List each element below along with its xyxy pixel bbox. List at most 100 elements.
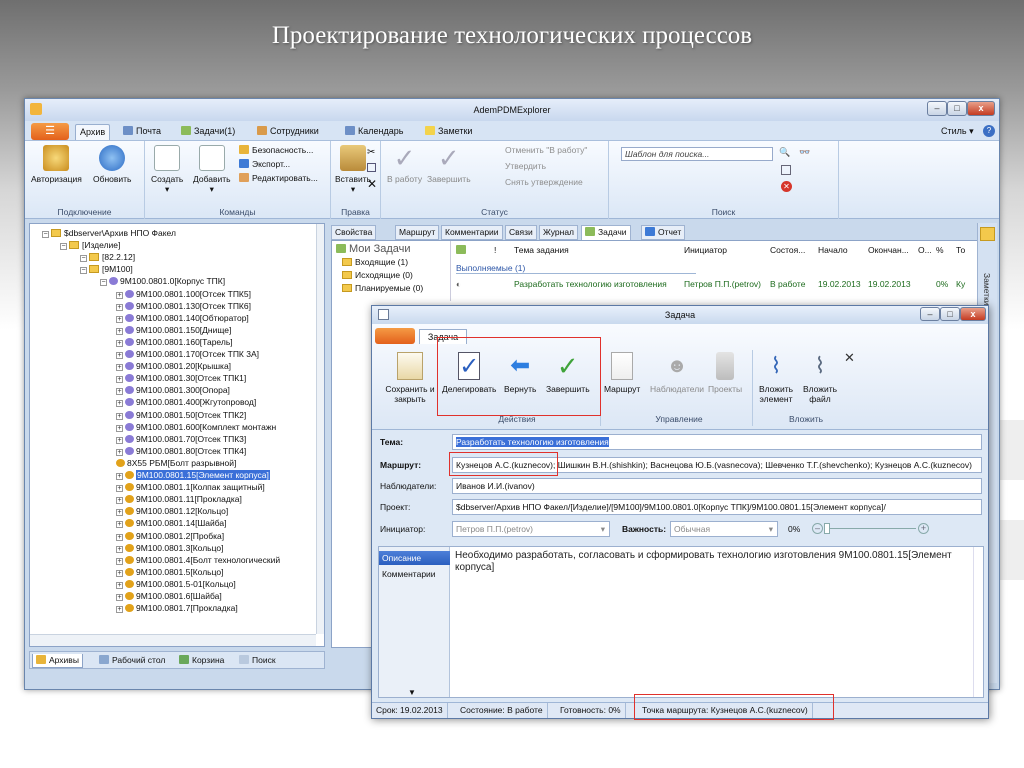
expand-toggle-icon[interactable]: + — [116, 412, 123, 420]
tab-search[interactable]: Поиск — [236, 654, 279, 667]
expand-toggle-icon[interactable]: + — [116, 364, 123, 372]
tree-item[interactable]: − [9М100] — [80, 264, 133, 275]
initiator-select[interactable]: Петров П.П.(petrov) ▾ — [452, 521, 610, 537]
expand-toggle-icon[interactable]: + — [116, 521, 123, 529]
column-header[interactable]: Тема задания — [514, 245, 569, 255]
expand-toggle-icon[interactable]: − — [80, 267, 87, 275]
task-initiator[interactable]: Петров П.П.(petrov) — [684, 279, 761, 289]
tree-item[interactable]: +9М100.0801.150[Днище] — [116, 325, 231, 336]
help-icon[interactable]: ? — [983, 125, 995, 137]
expand-toggle-icon[interactable]: + — [116, 315, 123, 323]
tree-item[interactable]: +9М100.0801.50[Отсек ТПК2] — [116, 410, 246, 421]
expand-toggle-icon[interactable]: + — [116, 485, 123, 493]
expand-toggle-icon[interactable]: + — [116, 388, 123, 396]
expand-toggle-icon[interactable]: + — [116, 303, 123, 311]
progress-slider[interactable] — [826, 528, 916, 529]
tree-item[interactable]: +9М100.0801.5[Кольцо] — [116, 567, 223, 578]
to-work-button[interactable]: ✓ В работу — [387, 145, 422, 184]
expand-toggle-icon[interactable]: − — [42, 231, 49, 238]
description-text[interactable]: Необходимо разработать, согласовать и сф… — [455, 550, 970, 574]
expand-toggle-icon[interactable]: − — [80, 255, 87, 263]
task-to[interactable]: Ку — [956, 279, 965, 289]
add-button[interactable]: Добавить ▾ — [193, 145, 231, 194]
tree-horizontal-scrollbar[interactable] — [30, 634, 316, 646]
description-scrollbar[interactable] — [973, 547, 983, 697]
tab-tasks[interactable]: Задачи(1) — [177, 124, 239, 140]
tree-item[interactable]: − $dbserver\Архив НПО Факел — [42, 228, 176, 239]
zoom-out-icon[interactable]: – — [812, 523, 823, 534]
importance-select[interactable]: Обычная ▾ — [670, 521, 778, 537]
expand-toggle-icon[interactable]: − — [60, 243, 67, 251]
tree-item[interactable]: +9М100.0801.1[Колпак защитный] — [116, 482, 265, 493]
tab-desktop[interactable]: Рабочий стол — [96, 654, 168, 667]
chevron-down-icon[interactable]: ▼ — [408, 688, 416, 697]
close-button[interactable]: x — [967, 101, 995, 116]
expand-toggle-icon[interactable]: + — [116, 327, 123, 335]
task-start[interactable]: 19.02.2013 — [818, 279, 861, 289]
export-button[interactable]: Экспорт... — [239, 159, 290, 169]
search-icon[interactable]: 🔍 — [779, 147, 790, 158]
tab-recycle[interactable]: Корзина — [176, 654, 227, 667]
authorize-button[interactable]: Авторизация — [31, 145, 82, 184]
panel-splitter[interactable] — [450, 241, 451, 301]
security-button[interactable]: Безопасность... — [239, 145, 313, 155]
column-header[interactable]: Окончан... — [868, 245, 909, 255]
expand-toggle-icon[interactable]: + — [116, 557, 123, 565]
tree-item[interactable]: +9М100.0801.7[Прокладка] — [116, 603, 238, 614]
tab-archive[interactable]: Архив — [75, 124, 111, 140]
tree-item[interactable]: +9М100.0801.70[Отсек ТПК3] — [116, 434, 246, 445]
expand-toggle-icon[interactable]: + — [116, 497, 123, 505]
expand-toggle-icon[interactable]: + — [116, 339, 123, 347]
maximize-button[interactable]: □ — [947, 101, 967, 116]
expand-toggle-icon[interactable]: + — [116, 436, 123, 444]
expand-toggle-icon[interactable]: + — [116, 594, 123, 601]
column-header[interactable]: Состоя... — [770, 245, 805, 255]
paste-button[interactable]: Вставить ▾ — [335, 145, 371, 194]
style-menu[interactable]: Стиль ▾ — [937, 124, 978, 140]
tree-item[interactable]: +9М100.0801.15[Элемент корпуса] — [116, 470, 270, 481]
delete-icon[interactable]: ✕ — [367, 177, 377, 191]
task-group-header[interactable]: Выполняемые (1) — [456, 263, 525, 273]
tab-route[interactable]: Маршрут — [395, 225, 440, 240]
tab-properties[interactable]: Свойства — [331, 225, 377, 240]
expand-toggle-icon[interactable]: + — [116, 509, 123, 517]
tree-item[interactable]: +9М100.0801.3[Кольцо] — [116, 543, 223, 554]
tab-report[interactable]: Отчет — [641, 225, 686, 240]
project-field[interactable]: $dbserver/Архив НПО Факел/[Изделие]/[9М1… — [452, 499, 982, 515]
projects-button[interactable]: Проекты — [708, 352, 742, 394]
tree-item[interactable]: 8Х55 РБМ[Болт разрывной] — [116, 458, 236, 469]
minimize-button[interactable]: – — [927, 101, 947, 116]
tab-mail[interactable]: Почта — [119, 124, 165, 140]
tab-doc-tasks[interactable]: Задачи — [581, 225, 631, 240]
route-button[interactable]: Маршрут — [604, 352, 640, 394]
slider-thumb[interactable] — [824, 523, 830, 534]
tab-desc-comments[interactable]: Комментарии — [379, 567, 450, 581]
tree-item[interactable]: +9М100.0801.160[Тарель] — [116, 337, 233, 348]
expand-toggle-icon[interactable]: + — [116, 291, 123, 299]
tab-calendar[interactable]: Календарь — [341, 124, 407, 140]
binoculars-icon[interactable]: 👓 — [799, 147, 810, 158]
create-button[interactable]: Создать ▾ — [151, 145, 183, 194]
tree-item[interactable]: +9М100.0801.300[Опора] — [116, 385, 230, 396]
attach-element-button[interactable]: ⌇ Вложить элемент — [756, 352, 796, 404]
approve-button[interactable]: Утвердить — [505, 161, 546, 171]
tree-item[interactable]: +9М100.0801.170[Отсек ТПК 3А] — [116, 349, 259, 360]
remove-approval-button[interactable]: Снять утверждение — [505, 177, 583, 187]
cancel-work-button[interactable]: Отменить "В работу" — [505, 145, 587, 155]
dialog-maximize-button[interactable]: □ — [940, 307, 960, 321]
column-header[interactable]: % — [936, 245, 944, 255]
expand-toggle-icon[interactable]: + — [116, 569, 123, 577]
task-percent[interactable]: 0% — [936, 279, 948, 289]
column-header[interactable]: О... — [918, 245, 932, 255]
tab-comments[interactable]: Комментарии — [441, 225, 503, 240]
tree-item[interactable]: +9М100.0801.140[Обтюратор] — [116, 313, 249, 324]
task-state[interactable]: В работе — [770, 279, 805, 289]
dialog-close-button[interactable]: x — [960, 307, 986, 321]
expand-toggle-icon[interactable]: + — [116, 473, 123, 480]
attach-file-button[interactable]: ⌇ Вложить файл — [800, 352, 840, 404]
column-header[interactable]: Инициатор — [684, 245, 727, 255]
tree-item[interactable]: − [Изделие] — [60, 240, 120, 251]
clear-search-icon[interactable]: ✕ — [781, 181, 792, 192]
tree-item[interactable]: +9М100.0801.130[Отсек ТПК6] — [116, 301, 251, 312]
dialog-minimize-button[interactable]: – — [920, 307, 940, 321]
